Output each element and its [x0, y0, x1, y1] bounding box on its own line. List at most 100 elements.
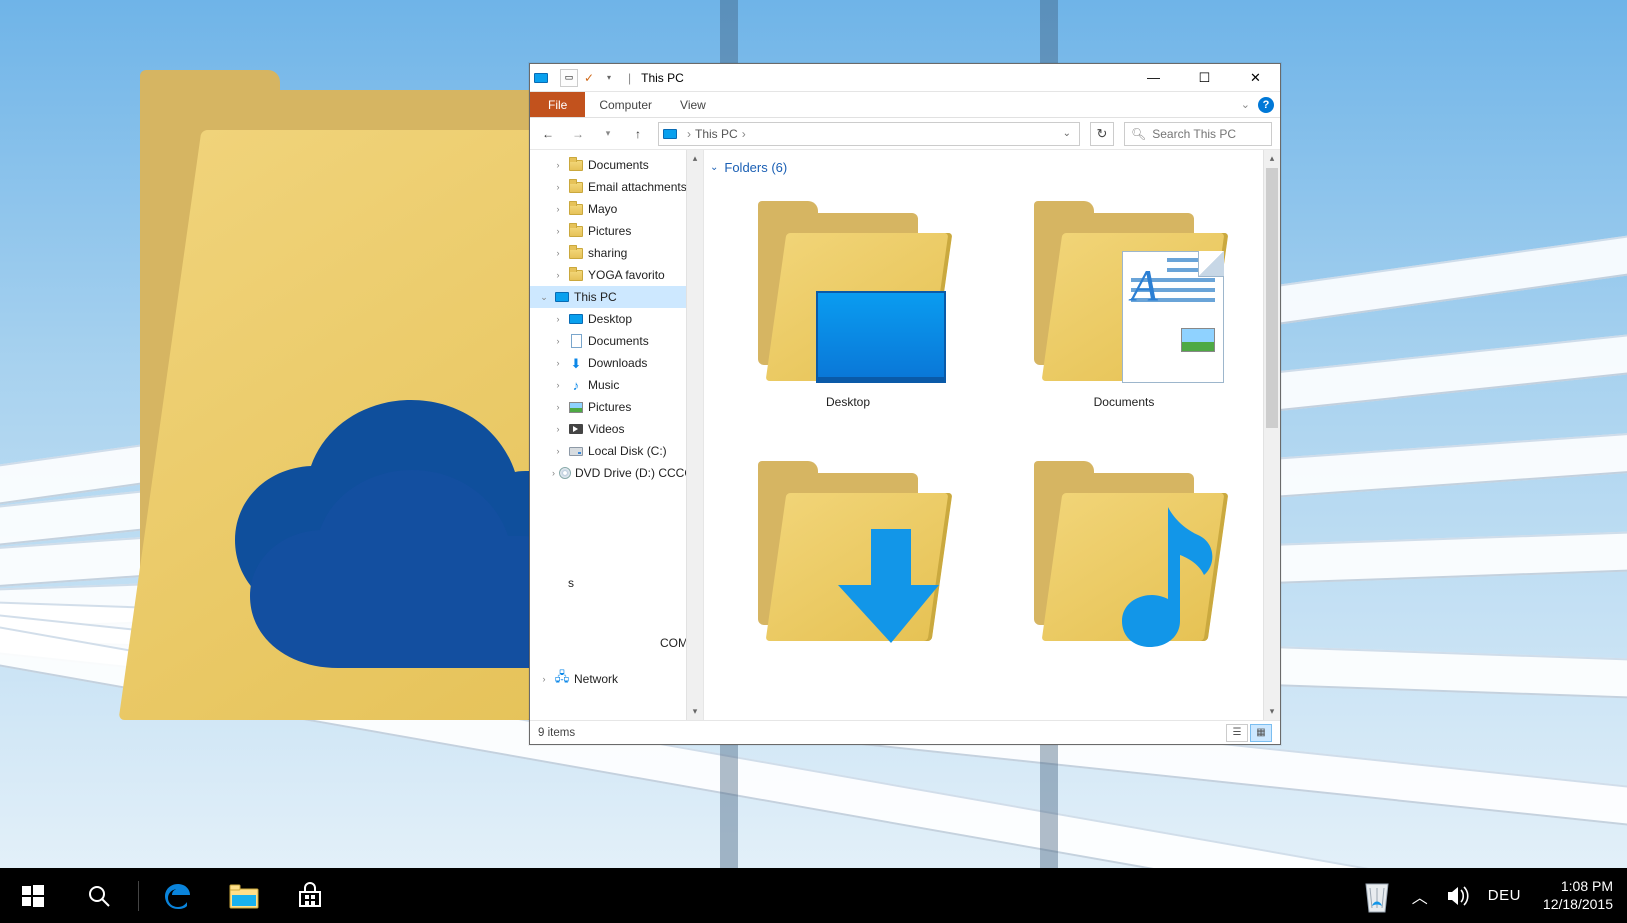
- tree-item-documents[interactable]: ›Documents: [530, 330, 703, 352]
- taskbar-edge-icon[interactable]: [145, 868, 211, 923]
- vid-icon: [568, 421, 584, 437]
- expand-icon[interactable]: ›: [552, 358, 564, 368]
- tree-item-mayo[interactable]: ›Mayo: [530, 198, 703, 220]
- breadcrumb-this-pc[interactable]: This PC: [695, 127, 738, 141]
- expand-icon[interactable]: ›: [552, 424, 564, 434]
- tree-item-email-attachments[interactable]: ›Email attachments: [530, 176, 703, 198]
- expand-icon[interactable]: ›: [552, 270, 564, 280]
- expand-icon[interactable]: ›: [552, 248, 564, 258]
- search-button[interactable]: [66, 868, 132, 923]
- expand-icon[interactable]: ›: [552, 336, 564, 346]
- tree-item-downloads[interactable]: ›⬇Downloads: [530, 352, 703, 374]
- taskbar-store-icon[interactable]: [277, 868, 343, 923]
- tree-item-sharing[interactable]: ›sharing: [530, 242, 703, 264]
- expand-icon[interactable]: ›: [552, 182, 564, 192]
- folder-icon: [748, 193, 948, 383]
- expand-icon[interactable]: ›: [552, 226, 564, 236]
- music-icon: ♪: [568, 377, 584, 393]
- refresh-button[interactable]: ↻: [1090, 122, 1114, 146]
- folder-icon: [568, 201, 584, 217]
- tree-item-libraries-partial[interactable]: s: [530, 572, 703, 594]
- start-button[interactable]: [0, 868, 66, 923]
- system-menu-icon[interactable]: [532, 69, 550, 87]
- scroll-down-icon[interactable]: ▾: [1264, 703, 1280, 720]
- expand-icon[interactable]: ›: [552, 160, 564, 170]
- close-button[interactable]: ✕: [1233, 64, 1278, 92]
- ribbon-expand-icon[interactable]: ⌄: [1241, 98, 1250, 111]
- qat-properties-icon[interactable]: ▭: [560, 69, 578, 87]
- expand-icon[interactable]: ⌄: [538, 292, 550, 303]
- ribbon-tab-view[interactable]: View: [666, 92, 720, 117]
- tree-item-pictures[interactable]: ›Pictures: [530, 396, 703, 418]
- scroll-down-icon[interactable]: ▾: [687, 703, 703, 720]
- tray-recycle-bin-icon[interactable]: [1360, 876, 1394, 916]
- content-scrollbar[interactable]: ▴ ▾: [1263, 150, 1280, 720]
- folder-icon: [568, 267, 584, 283]
- tree-item-dvd-partial[interactable]: COMA_X64FRE: [530, 632, 703, 654]
- tree-item-documents[interactable]: ›Documents: [530, 154, 703, 176]
- tray-language[interactable]: DEU: [1488, 887, 1521, 904]
- expand-icon[interactable]: ›: [552, 204, 564, 214]
- folder-tile-down[interactable]: [710, 443, 986, 703]
- ribbon-tab-computer[interactable]: Computer: [585, 92, 666, 117]
- minimize-button[interactable]: —: [1131, 64, 1176, 92]
- tree-item-videos[interactable]: ›Videos: [530, 418, 703, 440]
- drive-icon: [568, 443, 584, 459]
- expand-icon[interactable]: ›: [552, 380, 564, 390]
- ribbon-tab-file[interactable]: File: [530, 92, 585, 117]
- folder-tile-documents[interactable]: ADocuments: [986, 183, 1262, 443]
- tray-clock[interactable]: 1:08 PM 12/18/2015: [1539, 878, 1613, 913]
- tree-item-yoga-favorito[interactable]: ›YOGA favorito: [530, 264, 703, 286]
- back-button[interactable]: ←: [538, 127, 558, 141]
- folder-icon: [568, 157, 584, 173]
- expand-icon[interactable]: ›: [552, 402, 564, 412]
- tree-item-local-disk-c-[interactable]: ›Local Disk (C:): [530, 440, 703, 462]
- expand-icon[interactable]: ›: [552, 446, 564, 456]
- qat-dropdown-icon[interactable]: ▾: [600, 69, 618, 87]
- group-header-folders[interactable]: ⌄ Folders (6): [704, 150, 1280, 183]
- nav-scrollbar[interactable]: ▴▾: [686, 150, 703, 720]
- folder-icon: A: [1024, 193, 1224, 383]
- large-icons-view-button[interactable]: ▦: [1250, 724, 1272, 742]
- download-overlay-icon: [836, 519, 946, 649]
- up-button[interactable]: ↑: [628, 127, 648, 141]
- pic-icon: [568, 399, 584, 415]
- tray-overflow-icon[interactable]: ︿: [1412, 884, 1428, 908]
- taskbar-file-explorer-icon[interactable]: [211, 868, 277, 923]
- tree-item-network[interactable]: ›🖧Network: [530, 668, 703, 690]
- address-bar[interactable]: ›This PC› ⌄: [658, 122, 1080, 146]
- search-input[interactable]: [1152, 127, 1265, 141]
- tree-item-pictures[interactable]: ›Pictures: [530, 220, 703, 242]
- collapse-group-icon[interactable]: ⌄: [710, 162, 718, 173]
- tree-item-dvd-drive-d-cccoma-x64fre[interactable]: ›DVD Drive (D:) CCCOMA_X64FRE: [530, 462, 703, 484]
- tray-volume-icon[interactable]: [1446, 885, 1470, 907]
- expand-icon[interactable]: ›: [552, 468, 555, 478]
- tree-item-desktop[interactable]: ›Desktop: [530, 308, 703, 330]
- qat-new-folder-icon[interactable]: ✓: [580, 69, 598, 87]
- tree-item-music[interactable]: ›♪Music: [530, 374, 703, 396]
- details-view-button[interactable]: ☰: [1226, 724, 1248, 742]
- search-box[interactable]: 🔍︎: [1124, 122, 1272, 146]
- recent-locations-icon[interactable]: ▾: [598, 128, 618, 139]
- music-overlay-icon: [1120, 499, 1230, 649]
- scroll-up-icon[interactable]: ▴: [687, 150, 703, 167]
- taskbar[interactable]: ︿ DEU 1:08 PM 12/18/2015: [0, 868, 1627, 923]
- scrollbar-thumb[interactable]: [1266, 168, 1278, 428]
- folder-icon: [1024, 453, 1224, 643]
- folder-tile-desktop[interactable]: Desktop: [710, 183, 986, 443]
- forward-button[interactable]: →: [568, 127, 588, 141]
- scroll-up-icon[interactable]: ▴: [1264, 150, 1280, 167]
- folder-icon: [568, 179, 584, 195]
- navigation-pane[interactable]: ›Documents›Email attachments›Mayo›Pictur…: [530, 150, 704, 720]
- maximize-button[interactable]: ☐: [1182, 64, 1227, 92]
- expand-icon[interactable]: ›: [552, 314, 564, 324]
- address-history-icon[interactable]: ⌄: [1059, 128, 1075, 139]
- content-pane[interactable]: ⌄ Folders (6) DesktopADocuments ▴ ▾: [704, 150, 1280, 720]
- titlebar[interactable]: ▭ ✓ ▾ | This PC — ☐ ✕: [530, 64, 1280, 92]
- folder-tile-music[interactable]: [986, 443, 1262, 703]
- down-icon: ⬇: [568, 355, 584, 371]
- ribbon: File Computer View ⌄ ?: [530, 92, 1280, 118]
- tray-time: 1:08 PM: [1543, 878, 1613, 896]
- help-icon[interactable]: ?: [1258, 97, 1274, 113]
- tree-item-this-pc[interactable]: ⌄This PC: [530, 286, 703, 308]
